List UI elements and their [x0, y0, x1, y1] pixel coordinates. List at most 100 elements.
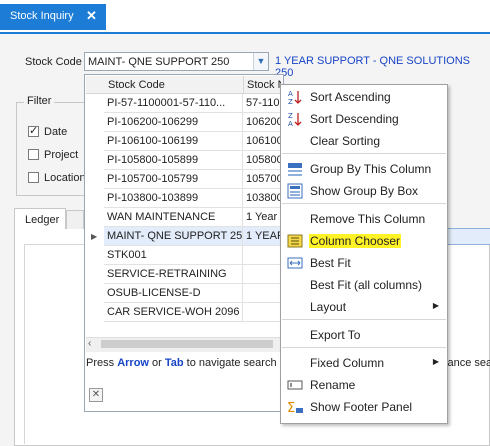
cell-stock-name[interactable]: 105700	[243, 170, 282, 189]
date-label: Date	[44, 126, 68, 138]
menu-separator	[282, 203, 446, 204]
menu-item-show-footer-panel[interactable]: Σ Show Footer Panel	[281, 396, 447, 418]
filter-title: Filter	[24, 95, 55, 107]
tab-other[interactable]	[66, 210, 84, 229]
cell-stock-code[interactable]: WAN MAINTENANCE	[104, 208, 243, 227]
cell-stock-name[interactable]: 103800	[243, 189, 282, 208]
stock-code-value: MAINT- QNE SUPPORT 250	[88, 56, 230, 68]
popup-close-button[interactable]: ✕	[89, 388, 103, 402]
close-icon[interactable]: ✕	[86, 8, 97, 24]
menu-item-rename[interactable]: Rename	[281, 374, 447, 396]
menu-item-sort-descending[interactable]: Z A Sort Descending	[281, 108, 447, 130]
menu-item-label: Fixed Column	[310, 356, 385, 370]
menu-item-label: Remove This Column	[310, 212, 426, 226]
cell-stock-code[interactable]: CAR SERVICE-WOH 2096	[104, 303, 243, 322]
menu-separator	[282, 347, 446, 348]
menu-item-label: Show Footer Panel	[310, 400, 413, 414]
cell-stock-code[interactable]: PI-106100-106199	[104, 132, 243, 151]
cell-stock-name[interactable]	[243, 303, 282, 322]
cell-stock-name[interactable]	[243, 246, 282, 265]
cell-stock-code[interactable]: PI-105800-105899	[104, 151, 243, 170]
menu-item-export-to[interactable]: Export To	[281, 324, 447, 346]
best-fit-icon	[287, 255, 303, 271]
tab-stock-inquiry[interactable]: Stock Inquiry ✕	[0, 4, 106, 30]
cell-stock-code[interactable]: OSUB-LICENSE-D	[104, 284, 243, 303]
tab-ledger[interactable]: Ledger	[14, 208, 66, 229]
cell-stock-code[interactable]: MAINT- QNE SUPPORT 250	[104, 227, 243, 246]
chevron-down-icon[interactable]: ▼	[253, 53, 268, 70]
cell-stock-name[interactable]	[243, 265, 282, 284]
svg-text:Σ: Σ	[287, 401, 295, 415]
menu-item-label: Show Group By Box	[310, 184, 419, 198]
menu-item-best-fit-all-columns[interactable]: Best Fit (all columns)	[281, 274, 447, 296]
menu-item-clear-sorting[interactable]: Clear Sorting	[281, 130, 447, 152]
menu-item-label: Sort Ascending	[310, 90, 391, 104]
svg-text:A: A	[288, 120, 293, 127]
advance-search-text: vance sea	[442, 357, 490, 369]
hint-text: or	[148, 357, 165, 369]
sort-descending-icon: ZA	[287, 111, 303, 128]
menu-separator	[282, 153, 446, 154]
menu-item-group-by-this-column[interactable]: Group By This Column	[281, 158, 447, 180]
menu-item-label: Clear Sorting	[310, 134, 381, 148]
column-chooser-icon	[287, 233, 303, 249]
menu-item-label: Group By This Column	[310, 162, 432, 176]
svg-text:Z: Z	[288, 98, 293, 105]
tab-ledger-label: Ledger	[25, 214, 60, 226]
date-checkbox[interactable]	[28, 124, 39, 137]
menu-item-label: Best Fit (all columns)	[310, 278, 423, 292]
stock-code-label: Stock Code	[25, 56, 82, 68]
menu-item-sort-ascending[interactable]: A Z Sort Ascending	[281, 86, 447, 108]
grid-line	[24, 244, 25, 444]
submenu-arrow-icon: ▶	[432, 357, 439, 366]
cell-stock-code[interactable]: PI-57-1100001-57-110...	[104, 94, 243, 113]
hint-arrow: Arrow	[117, 357, 149, 369]
column-header-stock-code[interactable]: Stock Code	[108, 79, 165, 91]
menu-item-label: Layout	[310, 300, 347, 314]
rename-icon	[287, 377, 303, 393]
column-header-stock-name[interactable]: Stock Name	[247, 79, 281, 91]
cell-stock-name[interactable]: 57-110	[243, 94, 282, 113]
cell-stock-name[interactable]: 105800	[243, 151, 282, 170]
group-by-icon	[287, 161, 303, 177]
scrollbar-thumb[interactable]	[101, 340, 273, 348]
cell-stock-code[interactable]: PI-105700-105799	[104, 170, 243, 189]
cell-stock-name[interactable]	[243, 284, 282, 303]
location-checkbox[interactable]	[28, 172, 39, 183]
menu-item-label: Sort Descending	[310, 112, 399, 126]
selected-row-peek	[447, 228, 490, 245]
cell-stock-name[interactable]: 1 YEAR	[243, 227, 282, 246]
sort-ascending-icon: AZ	[287, 89, 303, 106]
hint-text: Press	[86, 357, 118, 369]
menu-item-column-chooser[interactable]: Column Chooser	[281, 230, 447, 252]
menu-item-label: Export To	[310, 328, 361, 342]
stock-code-combobox[interactable]: MAINT- QNE SUPPORT 250 ▼	[84, 52, 269, 71]
grid-line	[24, 244, 84, 245]
cell-stock-code[interactable]: SERVICE-RETRAINING	[104, 265, 243, 284]
cell-stock-code[interactable]: PI-103800-103899	[104, 189, 243, 208]
project-checkbox[interactable]	[28, 149, 39, 160]
cell-stock-code[interactable]: PI-106200-106299	[104, 113, 243, 132]
hint-text: to navigate search	[183, 357, 277, 369]
submenu-arrow-icon: ▶	[432, 301, 439, 310]
menu-item-best-fit[interactable]: Best Fit	[281, 252, 447, 274]
menu-item-label: Rename	[310, 378, 356, 392]
stock-description: 1 YEAR SUPPORT - QNE SOLUTIONS 250	[275, 55, 470, 79]
cell-stock-name[interactable]: 1 Year	[243, 208, 282, 227]
project-label: Project	[44, 149, 79, 161]
header-divider	[243, 76, 244, 93]
menu-item-fixed-column[interactable]: Fixed Column ▶	[281, 352, 447, 374]
cell-stock-name[interactable]: 106100	[243, 132, 282, 151]
scroll-left-icon[interactable]: ‹	[88, 338, 91, 349]
footer-panel-icon: Σ	[287, 399, 303, 416]
menu-item-remove-this-column[interactable]: Remove This Column	[281, 208, 447, 230]
hint-tab: Tab	[164, 357, 184, 369]
navigation-hint: Press Arrow or Tab to navigate search	[86, 357, 277, 369]
cell-stock-code[interactable]: STK001	[104, 246, 243, 265]
location-label: Location	[44, 172, 86, 184]
tab-title: Stock Inquiry	[10, 10, 74, 22]
menu-item-layout[interactable]: Layout ▶	[281, 296, 447, 318]
menu-item-label: Column Chooser	[309, 234, 402, 248]
menu-item-show-group-by-box[interactable]: Show Group By Box	[281, 180, 447, 202]
cell-stock-name[interactable]: 106200	[243, 113, 282, 132]
